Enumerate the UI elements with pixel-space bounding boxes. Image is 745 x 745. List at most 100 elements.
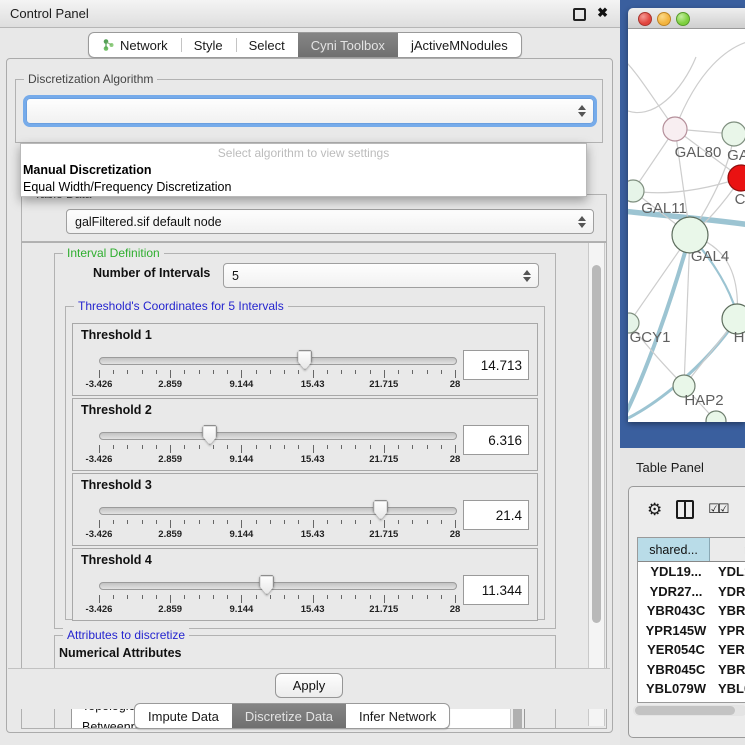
tab-label: Discretize Data bbox=[245, 709, 333, 724]
table-cell: YBR0 bbox=[714, 660, 745, 680]
panel-title: Control Panel bbox=[10, 6, 89, 21]
network-node-label: GA bbox=[727, 147, 745, 164]
table-hscroll-thumb[interactable] bbox=[635, 706, 735, 715]
network-node-label: GAL80 bbox=[675, 144, 722, 161]
tick-label: 28 bbox=[450, 529, 461, 540]
node-attribute-table: shared... na YDL19...YDL1YDR27...YDR2YBR… bbox=[637, 537, 745, 703]
slider-track[interactable] bbox=[99, 432, 457, 440]
tick-label: 2.859 bbox=[158, 529, 182, 540]
threshold-panel: Threshold 2-3.4262.8599.14415.4321.71528… bbox=[72, 398, 538, 471]
threshold-value-field[interactable]: 21.4 bbox=[463, 500, 529, 530]
slider-track[interactable] bbox=[99, 357, 457, 365]
threshold-value-field[interactable]: 14.713 bbox=[463, 350, 529, 380]
table-panel: ⚙ ☑☑ shared... na YDL19...YDL1YDR27...YD… bbox=[628, 486, 745, 738]
algorithm-option[interactable]: Equal Width/Frequency Discretization bbox=[21, 179, 586, 196]
table-cell: YBR043C bbox=[638, 601, 714, 621]
tab-select[interactable]: Select bbox=[236, 33, 298, 57]
algorithm-select[interactable] bbox=[26, 98, 594, 124]
network-node[interactable] bbox=[663, 117, 687, 141]
tick-label: 15.43 bbox=[301, 604, 325, 615]
slider-thumb[interactable] bbox=[259, 575, 274, 595]
tick-label: 9.144 bbox=[230, 454, 254, 465]
table-row[interactable]: YDR27...YDR2 bbox=[638, 582, 745, 602]
table-row[interactable]: YLR345WYLR3 bbox=[638, 699, 745, 704]
network-node[interactable] bbox=[722, 122, 745, 146]
tick-label: 9.144 bbox=[230, 604, 254, 615]
table-cell: YER054C bbox=[638, 640, 714, 660]
table-cell: YLR3 bbox=[714, 699, 745, 704]
tab-infer-network[interactable]: Infer Network bbox=[346, 704, 449, 728]
threshold-value-field[interactable]: 6.316 bbox=[463, 425, 529, 455]
algorithm-placeholder-text: Select algorithm to view settings bbox=[21, 144, 586, 162]
float-window-icon[interactable] bbox=[573, 8, 586, 21]
network-canvas[interactable]: GAL80GACGAL11GAL4GCY1HHAP2 bbox=[628, 29, 745, 422]
tab-discretize-data[interactable]: Discretize Data bbox=[232, 704, 346, 728]
zoom-traffic-light[interactable] bbox=[676, 12, 690, 26]
table-horizontal-scrollbar[interactable] bbox=[633, 705, 745, 716]
table-cell: YPR145W bbox=[638, 621, 714, 641]
tab-network[interactable]: Network bbox=[89, 33, 181, 57]
tick-label: 15.43 bbox=[301, 529, 325, 540]
column-header-shared[interactable]: shared... bbox=[638, 538, 710, 561]
table-row[interactable]: YPR145WYPR1 bbox=[638, 621, 745, 641]
network-node[interactable] bbox=[728, 165, 745, 191]
slider-tick-labels: -3.4262.8599.14415.4321.71528 bbox=[99, 454, 455, 466]
split-columns-icon[interactable] bbox=[676, 500, 694, 519]
combo-stepper-icon bbox=[523, 270, 531, 282]
tab-jactivemnodules[interactable]: jActiveMNodules bbox=[398, 33, 521, 57]
table-cell: YPR1 bbox=[714, 621, 745, 641]
algorithm-option[interactable]: Manual Discretization bbox=[21, 162, 586, 179]
slider-thumb[interactable] bbox=[373, 500, 388, 520]
minimize-traffic-light[interactable] bbox=[657, 12, 671, 26]
table-data-select[interactable]: galFiltered.sif default node bbox=[66, 209, 594, 234]
network-edge[interactable] bbox=[628, 59, 675, 129]
tick-label: -3.426 bbox=[86, 454, 113, 465]
network-node-label: GCY1 bbox=[630, 329, 671, 346]
table-row[interactable]: YBR043CYBR0 bbox=[638, 601, 745, 621]
settings-scrollbar-thumb[interactable] bbox=[592, 265, 601, 623]
attributes-group-title: Attributes to discretize bbox=[63, 628, 189, 642]
table-data-value: galFiltered.sif default node bbox=[75, 215, 222, 229]
control-panel-titlebar: Control Panel ✖ bbox=[0, 0, 620, 28]
tick-label: 2.859 bbox=[158, 454, 182, 465]
network-node[interactable] bbox=[628, 180, 644, 202]
slider-track[interactable] bbox=[99, 582, 457, 590]
table-cell: YBL0 bbox=[714, 679, 745, 699]
interval-definition-title: Interval Definition bbox=[63, 246, 164, 260]
apply-button[interactable]: Apply bbox=[275, 673, 343, 698]
gear-icon[interactable]: ⚙ bbox=[647, 501, 662, 518]
number-of-intervals-select[interactable]: 5 bbox=[223, 263, 539, 288]
slider-thumb[interactable] bbox=[297, 350, 312, 370]
checked-checkboxes-icon[interactable]: ☑☑ bbox=[708, 501, 727, 517]
slider-track[interactable] bbox=[99, 507, 457, 515]
tab-style[interactable]: Style bbox=[181, 33, 236, 57]
number-of-intervals-value: 5 bbox=[232, 269, 239, 283]
table-cell: YDL1 bbox=[714, 562, 745, 582]
tab-cyni-toolbox[interactable]: Cyni Toolbox bbox=[298, 33, 398, 57]
table-row[interactable]: YER054CYER0 bbox=[638, 640, 745, 660]
threshold-slider[interactable]: -3.4262.8599.14415.4321.71528 bbox=[99, 573, 457, 617]
network-edge[interactable] bbox=[633, 178, 741, 193]
threshold-label: Threshold 3 bbox=[81, 478, 152, 492]
threshold-slider[interactable]: -3.4262.8599.14415.4321.71528 bbox=[99, 423, 457, 467]
threshold-value-field[interactable]: 11.344 bbox=[463, 575, 529, 605]
threshold-slider[interactable]: -3.4262.8599.14415.4321.71528 bbox=[99, 498, 457, 542]
column-header-name[interactable]: na bbox=[710, 538, 745, 561]
close-icon[interactable]: ✖ bbox=[597, 5, 608, 21]
table-row[interactable]: YDL19...YDL1 bbox=[638, 562, 745, 582]
table-panel-section: Table Panel ⚙ ☑☑ shared... na YDL19...YD… bbox=[620, 448, 745, 745]
discretization-algorithm-group: Discretization Algorithm bbox=[15, 79, 603, 143]
table-row[interactable]: YBL079WYBL0 bbox=[638, 679, 745, 699]
tab-label: Network bbox=[120, 38, 168, 53]
tab-label: Impute Data bbox=[148, 709, 219, 724]
tab-impute-data[interactable]: Impute Data bbox=[135, 704, 232, 728]
slider-thumb[interactable] bbox=[202, 425, 217, 445]
threshold-slider[interactable]: -3.4262.8599.14415.4321.71528 bbox=[99, 348, 457, 392]
close-traffic-light[interactable] bbox=[638, 12, 652, 26]
network-edge[interactable] bbox=[675, 41, 745, 129]
table-row[interactable]: YBR045CYBR0 bbox=[638, 660, 745, 680]
table-cell: YBR045C bbox=[638, 660, 714, 680]
slider-ticks bbox=[99, 370, 455, 378]
tick-label: 21.715 bbox=[369, 529, 398, 540]
settings-scrollbar[interactable] bbox=[588, 243, 605, 726]
